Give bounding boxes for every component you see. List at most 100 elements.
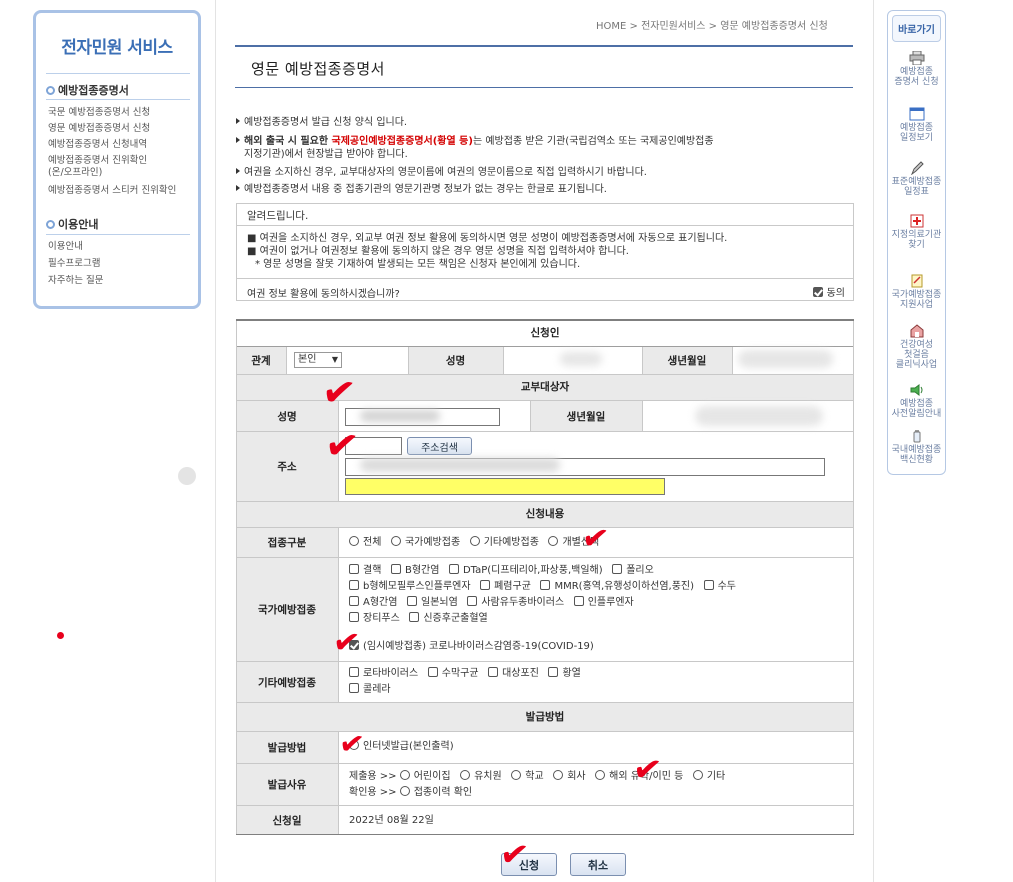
- consent-checkbox[interactable]: 동의: [812, 284, 845, 299]
- chevron-down-icon: ▼: [331, 355, 338, 364]
- checkbox-hfrs[interactable]: 신증후군출혈열: [409, 612, 488, 624]
- checkbox-covid19[interactable]: (임시예방접종) 코로나바이러스감염증-19(COVID-19): [349, 640, 594, 653]
- radio-icon: [399, 770, 410, 780]
- checkbox-meningococcal[interactable]: 수막구균: [427, 667, 479, 679]
- triangle-bullet-icon: [236, 168, 240, 174]
- checkbox-hpv[interactable]: 사람유두종바이러스: [467, 596, 564, 608]
- checkbox-icon: [407, 596, 417, 606]
- cell-border: [732, 347, 733, 374]
- cancel-button[interactable]: 취소: [570, 853, 626, 876]
- checkbox-mmr[interactable]: MMR(홍역,유행성이하선염,풍진): [540, 580, 694, 592]
- radio-daycare[interactable]: 어린이집: [399, 770, 451, 782]
- address-search-button[interactable]: 주소검색: [407, 437, 472, 455]
- section-content: 신청내용: [236, 502, 854, 527]
- sidebar-section-guide[interactable]: 이용안내: [46, 216, 98, 232]
- quick-item-schedule[interactable]: 예방접종 일정보기: [888, 107, 945, 143]
- check-mark-annotation: ✔: [321, 420, 362, 472]
- sidebar-item-faq[interactable]: 자주하는 질문: [48, 275, 103, 287]
- cell-border: [503, 347, 504, 374]
- checkbox-icon: [349, 564, 359, 574]
- quick-item-designated-clinic[interactable]: 지정의료기관 찾기: [888, 214, 945, 250]
- national-row-2: b형헤모필루스인플루엔자 폐렴구균 MMR(홍역,유행성이하선염,풍진) 수두: [349, 580, 736, 593]
- redacted-english-name: [360, 410, 440, 422]
- radio-icon: [548, 536, 559, 546]
- divider: [235, 45, 853, 47]
- sidebar-item-programs[interactable]: 필수프로그램: [48, 258, 100, 270]
- checkbox-icon: [349, 667, 359, 677]
- radio-icon: [692, 770, 703, 780]
- checkbox-pneumococcal[interactable]: 폐렴구균: [480, 580, 531, 592]
- radio-company[interactable]: 회사: [553, 770, 586, 782]
- category-options: 전체 국가예방접종 기타예방접종 개별선택: [349, 536, 599, 549]
- checkbox-hib[interactable]: b형헤모필루스인플루엔자: [349, 580, 471, 592]
- checkbox-hepb[interactable]: B형간염: [390, 564, 439, 576]
- triangle-bullet-icon: [236, 137, 240, 143]
- sidebar-item-sticker-verify[interactable]: 예방접종증명서 스티커 진위확인: [48, 185, 176, 197]
- checkbox-rotavirus[interactable]: 로타바이러스: [349, 667, 418, 679]
- national-row-4: 장티푸스 신증후군출혈열: [349, 612, 488, 625]
- checkbox-varicella[interactable]: 수두: [703, 580, 736, 592]
- cell-border: [286, 347, 287, 374]
- notice-header: 알려드립니다.: [237, 204, 853, 226]
- checkbox-flu[interactable]: 인플루엔자: [573, 596, 634, 608]
- checkbox-dtap[interactable]: DTaP(디프테리아,파상풍,백일해): [448, 564, 603, 576]
- info-line: 여권을 소지하신 경우, 교부대상자의 영문이름에 여권의 영문이름으로 직접 …: [236, 166, 647, 179]
- checkbox-yellow-fever[interactable]: 황열: [548, 667, 581, 679]
- sidebar-item-verify-sub[interactable]: (온/오프라인): [48, 167, 102, 179]
- radio-etc[interactable]: 기타: [692, 770, 725, 782]
- cell-border: [408, 347, 409, 374]
- quick-item-standard-schedule[interactable]: 표준예방접종 일정표: [888, 161, 945, 197]
- checkbox-cholera[interactable]: 콜레라: [349, 683, 391, 696]
- sidebar-item-verify[interactable]: 예방접종증명서 진위확인: [48, 155, 147, 167]
- cell-border: [338, 528, 339, 702]
- info-line: 지정기관)에서 현장발급 받아야 합니다.: [244, 149, 408, 160]
- quick-item-reminder[interactable]: 예방접종 사전알림안내: [888, 383, 945, 419]
- relation-select[interactable]: 본인 ▼: [294, 352, 342, 368]
- radio-kindergarten[interactable]: 유치원: [460, 770, 502, 782]
- address-detail-input[interactable]: [345, 478, 665, 495]
- sidebar-item-usage[interactable]: 이용안내: [48, 241, 83, 253]
- checkbox-icon: [349, 580, 359, 590]
- checkbox-hepa[interactable]: A형간염: [349, 596, 397, 608]
- scroll-dot: [178, 467, 196, 485]
- radio-school[interactable]: 학교: [511, 770, 544, 782]
- sidebar-item-history[interactable]: 예방접종증명서 신청내역: [48, 139, 147, 151]
- radio-other[interactable]: 기타예방접종: [469, 536, 539, 548]
- radio-all[interactable]: 전체: [349, 536, 381, 548]
- radio-icon: [399, 786, 410, 796]
- check-mark-annotation: ✔: [497, 833, 532, 877]
- radio-history-check[interactable]: 접종이력 확인: [399, 786, 472, 798]
- checkbox-icon: [427, 667, 438, 677]
- divider: [46, 234, 190, 235]
- check-mark-annotation: ✔: [579, 517, 612, 559]
- cell-border: [642, 347, 643, 374]
- memo-icon: [911, 274, 922, 288]
- checkbox-icon: [573, 596, 584, 606]
- checkbox-je[interactable]: 일본뇌염: [407, 596, 458, 608]
- sidebar-item-korean-cert[interactable]: 국문 예방접종증명서 신청: [48, 107, 150, 119]
- label-other-vaccines: 기타예방접종: [236, 662, 338, 702]
- checkbox-icon: [703, 580, 714, 590]
- label-method: 발급방법: [236, 732, 338, 763]
- quick-item-cert-apply[interactable]: 예방접종 증명서 신청: [888, 51, 945, 87]
- divider: [215, 0, 216, 882]
- checkbox-icon: [349, 596, 359, 606]
- radio-national[interactable]: 국가예방접종: [390, 536, 460, 548]
- sidebar-title: 전자민원 서비스: [61, 38, 173, 58]
- checkbox-bcg[interactable]: 결핵: [349, 564, 381, 576]
- other-row-1: 로타바이러스 수막구균 대상포진 황열: [349, 667, 581, 680]
- checkbox-polio[interactable]: 폴리오: [612, 564, 654, 576]
- label-date: 신청일: [236, 806, 338, 834]
- quick-item-vaccine-status[interactable]: 국내예방접종 백신현황: [888, 429, 945, 465]
- info-line: 예방접종증명서 내용 중 접종기관의 영문기관명 정보가 없는 경우는 한글로 …: [236, 183, 607, 196]
- checkbox-checked-icon[interactable]: [812, 287, 823, 297]
- quick-item-national-support[interactable]: 국가예방접종 지원사업: [888, 274, 945, 310]
- pen-icon: [910, 161, 924, 175]
- checkbox-zoster[interactable]: 대상포진: [488, 667, 539, 679]
- sidebar-section-certificate[interactable]: 예방접종증명서: [46, 82, 129, 98]
- passport-consent-question: 여권 정보 활용에 동의하시겠습니까?: [237, 278, 853, 302]
- breadcrumb: HOME > 전자민원서비스 > 영문 예방접종증명서 신청: [596, 21, 828, 32]
- sidebar-item-english-cert[interactable]: 영문 예방접종증명서 신청: [48, 123, 150, 135]
- application-date: 2022년 08월 22일: [349, 815, 434, 826]
- quick-item-women-clinic[interactable]: 건강여성 첫걸음 클리닉사업: [888, 324, 945, 370]
